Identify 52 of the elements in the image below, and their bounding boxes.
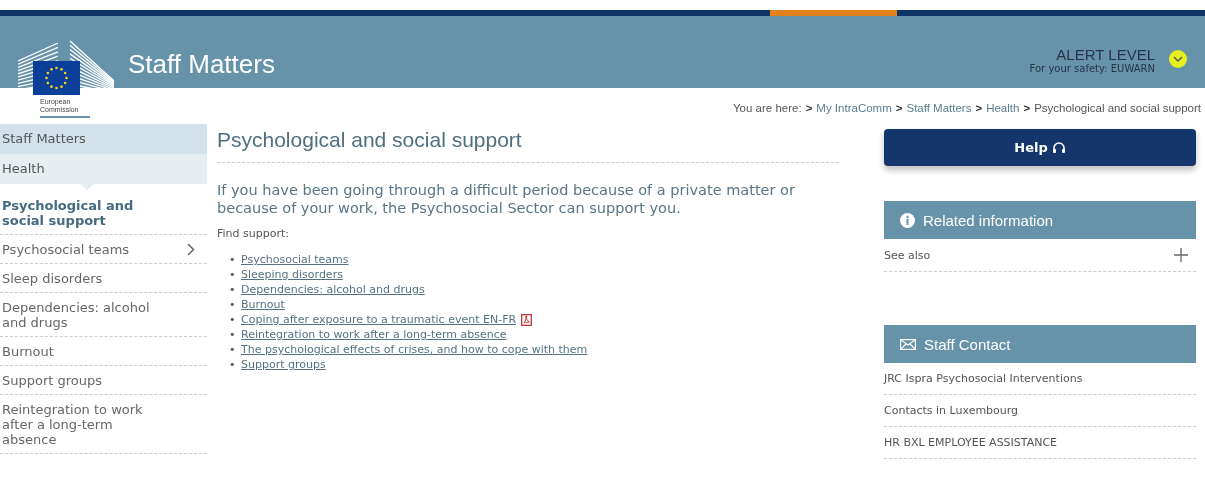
envelope-icon — [900, 338, 916, 350]
bullet: • — [229, 297, 237, 312]
breadcrumb-link[interactable]: My IntraComm — [816, 102, 892, 124]
breadcrumb-current[interactable]: Psychological and social support — [1034, 102, 1201, 124]
page-title: Psychological and social support — [217, 124, 839, 163]
support-link[interactable]: Burnout — [241, 297, 285, 312]
alert-dot[interactable] — [1169, 50, 1187, 68]
site-title: Staff Matters — [128, 49, 275, 81]
support-link[interactable]: Dependencies: alcohol and drugs — [241, 282, 425, 297]
breadcrumb-separator: > — [975, 102, 983, 116]
bullet: • — [229, 327, 237, 342]
sidebar-item[interactable]: Sleep disorders — [0, 264, 207, 293]
sidebar-section[interactable]: Staff Matters — [0, 124, 207, 154]
bullet: • — [229, 342, 237, 357]
alert-subtitle: For your safety: EUWARN — [1029, 63, 1155, 74]
bullet: • — [229, 252, 237, 267]
breadcrumb-label: You are here: — [733, 102, 802, 116]
pointer-icon — [80, 184, 94, 190]
breadcrumb-separator: > — [895, 102, 903, 116]
breadcrumb-separator: > — [805, 102, 813, 116]
support-link[interactable]: Psychosocial teams — [241, 252, 349, 267]
breadcrumb-link[interactable]: Health — [986, 102, 1020, 124]
chevron-down-icon — [1173, 56, 1183, 62]
support-link[interactable]: Coping after exposure to a traumatic event EN-FR — [241, 312, 517, 327]
list-label: Find support: — [217, 227, 290, 240]
bullet: • — [229, 282, 237, 297]
breadcrumb-separator: > — [1023, 102, 1031, 116]
help-button[interactable]: Help — [884, 129, 1196, 166]
contact-header: Staff Contact — [884, 325, 1196, 363]
intro-text: If you have been going through a difficult period because of a private matter or because of your work, the Psychosocial Sector can support you. — [217, 181, 796, 217]
sidebar-item[interactable]: Reintegration to work after a long-term absence — [0, 395, 207, 454]
contact-link[interactable]: Contacts in Luxembourg — [884, 395, 1196, 427]
headset-icon — [1051, 140, 1066, 155]
alert-title: ALERT LEVEL — [1055, 46, 1155, 63]
related-header: Related information — [884, 201, 1196, 239]
bullet: • — [229, 267, 237, 282]
breadcrumb-link[interactable]: Staff Matters — [906, 102, 972, 124]
bullet: • — [229, 357, 237, 372]
support-link[interactable]: Support groups — [241, 357, 326, 372]
support-link[interactable]: The psychological effects of crises, and how to cope with them — [241, 342, 588, 357]
contact-link[interactable]: HR BXL EMPLOYEE ASSISTANCE — [884, 427, 1196, 459]
support-link[interactable]: Sleeping disorders — [241, 267, 343, 282]
bullet: • — [229, 312, 237, 327]
contact-link[interactable]: JRC Ispra Psychosocial Interventions — [884, 363, 1196, 395]
related-item[interactable]: See also — [884, 239, 1196, 272]
support-link[interactable]: Reintegration to work after a long-term absence — [241, 327, 507, 342]
sidebar-item[interactable]: Support groups — [0, 366, 207, 395]
info-icon — [900, 212, 915, 228]
sidebar-item[interactable]: Psychosocial teams — [0, 235, 207, 264]
sidebar-item[interactable]: Psychological and social support — [0, 184, 207, 235]
sidebar-item[interactable]: Dependencies: alcohol and drugs — [0, 293, 207, 337]
sidebar-item[interactable]: Burnout — [0, 337, 207, 366]
